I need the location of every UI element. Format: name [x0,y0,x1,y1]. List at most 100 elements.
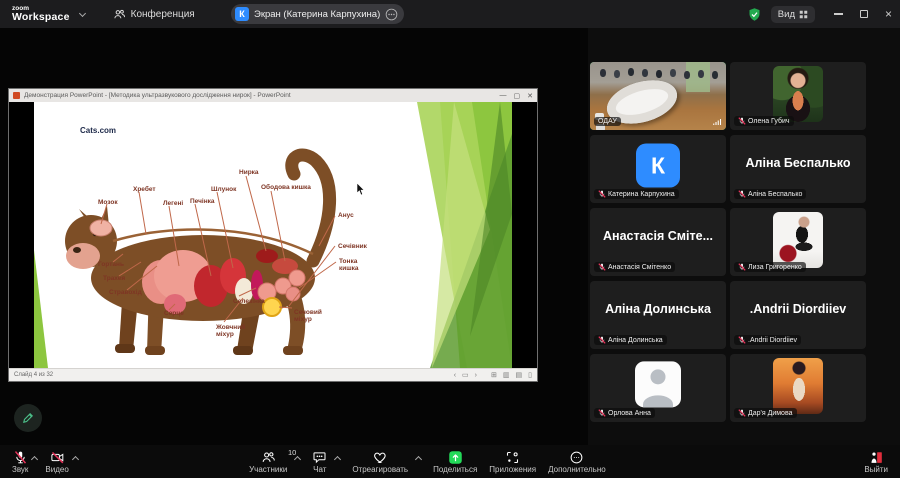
participant-name-text: Катерина Карпухина [608,191,675,198]
audio-button-label: Звук [12,466,28,474]
slide-counter: Слайд 4 из 32 [14,372,448,378]
reactions-button-label: Отреагировать [352,466,408,474]
anatomy-label: Анус [338,212,354,219]
meeting-tab-label: Конференция [131,9,195,20]
chat-icon [312,450,327,465]
chevron-down-icon[interactable] [79,9,86,16]
video-button-label: Видео [45,466,68,474]
anatomy-label: Шлунок [211,186,236,193]
heart-icon [373,450,388,465]
view-slideshow-button[interactable]: ▯ [528,371,532,379]
window-maximize-button[interactable] [860,10,868,18]
next-slide-button[interactable]: › [475,372,477,379]
participant-name-label: Орлова Анна [594,408,655,418]
participant-name-text: Лиза Григоренко [748,264,802,271]
view-normal-button[interactable]: ⊞ [491,371,497,379]
participant-name-label: Дар'я Димова [734,408,797,418]
participant-name-text: Анастасія Смітенко [608,264,671,271]
participant-name-text: Аліна Долинська [608,337,663,344]
participant-name-label: Аліна Беспалько [734,189,806,199]
participant-display-name: Анастасія Сміте... [590,208,726,264]
prev-slide-button[interactable]: ‹ [454,372,456,379]
anatomy-label: Селезінка [233,298,265,305]
anatomy-label: Сечовий міхур [294,309,330,323]
view-reading-button[interactable]: ▤ [516,371,523,379]
participants-button[interactable]: 10 Участники [249,450,287,474]
ppt-restore-button[interactable]: ▢ [514,92,521,100]
more-button[interactable]: Дополнительно [548,450,606,474]
tab-screen-share[interactable]: К Экран (Катерина Карпухина) [231,4,404,24]
participant-tile[interactable]: .Andrii Diordiiev .Andrii Diordiiev [730,281,866,349]
window-minimize-button[interactable] [834,13,843,15]
participant-tile[interactable]: ОДАУ [590,62,726,130]
participants-gallery: ОДАУ Олена Губич [588,28,900,445]
participant-name-label: Олена Губич [734,116,794,126]
participants-button-label: Участники [249,466,287,474]
participant-photo [773,66,823,122]
anatomy-label: Жовчний міхур [216,324,252,338]
mic-muted-icon [598,409,606,417]
slide-green-decoration [412,102,512,368]
participant-tile[interactable]: Аліна Долинська Аліна Долинська [590,281,726,349]
meeting-toolbar: Звук Видео 10 Участники Чат О [0,445,900,478]
mic-muted-icon [13,450,28,465]
leave-meeting-button[interactable]: Выйти [864,450,888,474]
participant-avatar-placeholder [635,361,681,407]
tab-meeting[interactable]: Конференция [113,8,195,21]
slide-menu-button[interactable]: ▭ [462,371,469,379]
audio-button[interactable]: Звук [12,450,28,474]
share-screen-button[interactable]: Поделиться [433,450,477,474]
participant-display-name: .Andrii Diordiiev [730,281,866,337]
view-button[interactable]: Вид [771,6,815,23]
mic-muted-icon [598,190,606,198]
participant-tile[interactable]: Аліна Беспалько Аліна Беспалько [730,135,866,203]
window-close-button[interactable]: × [885,8,892,20]
participant-name-label: Лиза Григоренко [734,262,806,272]
anatomy-label: Мозок [98,199,118,206]
participant-tile[interactable]: Анастасія Сміте... Анастасія Смітенко [590,208,726,276]
participant-initial-avatar: К [636,143,680,187]
top-bar: zoom Workspace Конференция К Экран (Кате… [0,0,900,28]
slide-corner-decoration [34,250,48,368]
video-options-chevron[interactable] [73,450,78,465]
logo-line2: Workspace [12,12,70,23]
participants-grid: ОДАУ Олена Губич [590,62,900,422]
participant-photo [773,358,823,414]
audio-options-chevron[interactable] [32,450,37,465]
apps-button[interactable]: Приложения [489,450,536,474]
room-attendees [600,69,606,77]
slide-canvas: Cats.com [34,102,512,368]
mic-muted-icon [738,263,746,271]
participants-count-badge: 10 [288,448,296,457]
more-options-icon[interactable] [385,8,398,21]
reactions-options-chevron[interactable] [416,450,421,465]
anatomy-label: Печінка [190,198,215,205]
participant-tile[interactable]: Лиза Григоренко [730,208,866,276]
video-button[interactable]: Видео [45,450,68,474]
participant-tile[interactable]: Олена Губич [730,62,866,130]
ppt-close-button[interactable]: ✕ [527,92,533,100]
ppt-minimize-button[interactable]: — [500,92,507,99]
zoom-meeting-window: zoom Workspace Конференция К Экран (Кате… [0,0,900,478]
anatomy-label: Легені [163,200,183,207]
leave-door-icon [869,450,884,465]
security-shield-icon[interactable] [747,7,762,22]
chat-button[interactable]: Чат [312,450,327,474]
annotate-button[interactable] [14,404,42,432]
participant-name-text: Дар'я Димова [748,410,793,417]
mic-muted-icon [738,117,746,125]
participant-name-label: .Andrii Diordiiev [734,335,801,345]
camera-muted-icon [50,450,65,465]
view-sorter-button[interactable]: ▥ [503,371,510,379]
share-screen-button-label: Поделиться [433,466,477,474]
participant-tile[interactable]: Дар'я Димова [730,354,866,422]
shared-screen-area: Демонстрация PowerPoint - [Методика ульт… [0,28,588,445]
participant-display-name: Аліна Беспалько [730,135,866,191]
mouse-cursor [356,183,365,196]
participant-tile[interactable]: Орлова Анна [590,354,726,422]
participant-tile[interactable]: К Катерина Карпухина [590,135,726,203]
chat-options-chevron[interactable] [335,450,340,465]
mic-muted-icon [738,409,746,417]
reactions-button[interactable]: Отреагировать [352,450,408,474]
leave-button-label: Выйти [864,466,888,474]
